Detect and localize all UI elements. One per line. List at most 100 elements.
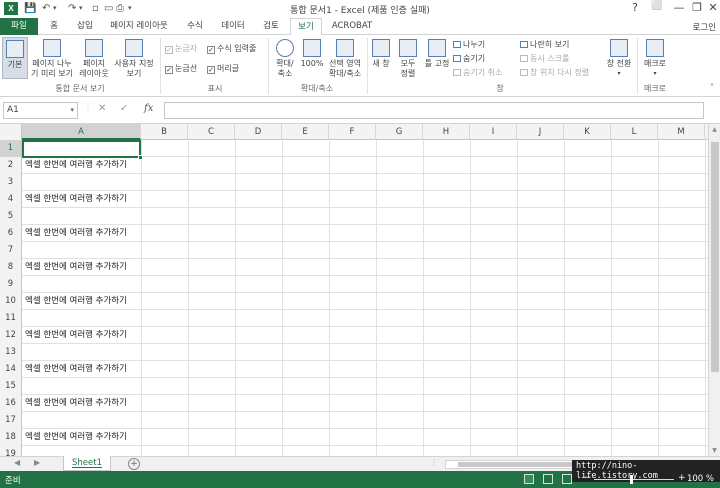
zoom-to-selection-button[interactable]: 선택 영역 확대/축소	[326, 39, 364, 79]
next-sheet-icon[interactable]: ▶	[34, 458, 40, 467]
column-header[interactable]: M	[658, 124, 705, 140]
tab-home[interactable]: 홈	[44, 18, 64, 35]
cancel-icon[interactable]: ✕	[98, 103, 106, 114]
scroll-down-icon[interactable]: ▼	[709, 447, 720, 454]
page-layout-status-icon[interactable]	[543, 474, 553, 484]
tab-split-handle-icon[interactable]: ⋮	[430, 458, 438, 467]
prev-sheet-icon[interactable]: ◀	[14, 458, 20, 467]
cell-a[interactable]: 엑셀 한번에 여러행 추가하기	[23, 191, 127, 208]
formula-input[interactable]	[164, 102, 704, 119]
select-all-corner[interactable]	[0, 124, 22, 140]
tab-insert[interactable]: 삽입	[72, 18, 98, 35]
page-break-status-icon[interactable]	[562, 474, 572, 484]
fill-handle[interactable]	[138, 155, 143, 160]
switch-windows-button[interactable]: 창 전환 ▾	[604, 39, 634, 79]
row-header[interactable]: 8	[0, 259, 22, 276]
column-header[interactable]: E	[282, 124, 329, 140]
cell-a[interactable]	[23, 174, 25, 191]
row-header[interactable]: 13	[0, 344, 22, 361]
tab-page-layout[interactable]: 페이지 레이아웃	[106, 18, 172, 35]
column-header[interactable]: F	[329, 124, 376, 140]
scroll-up-icon[interactable]: ▲	[709, 126, 720, 133]
column-header[interactable]: C	[188, 124, 235, 140]
cell-a[interactable]	[23, 412, 25, 429]
enter-icon[interactable]: ✓	[120, 103, 128, 114]
column-header[interactable]: J	[517, 124, 564, 140]
row-header[interactable]: 12	[0, 327, 22, 344]
zoom-slider[interactable]	[594, 479, 674, 480]
tab-data[interactable]: 데이터	[216, 18, 250, 35]
gridlines-checkbox[interactable]: ✓ 눈금선	[165, 63, 197, 74]
row-header[interactable]: 15	[0, 378, 22, 395]
cell-a[interactable]	[23, 446, 25, 456]
zoom-button[interactable]: 확대/ 축소	[272, 39, 298, 79]
name-box[interactable]: A1 ▾	[3, 102, 78, 119]
cell-a[interactable]: 엑셀 한번에 여러행 추가하기	[23, 225, 127, 242]
normal-view-button[interactable]: 기본	[2, 37, 28, 79]
zoom-level[interactable]: 100 %	[687, 474, 714, 484]
new-window-button[interactable]: 새 창	[370, 39, 392, 69]
row-header[interactable]: 11	[0, 310, 22, 327]
row-header[interactable]: 16	[0, 395, 22, 412]
tab-file[interactable]: 파일	[0, 18, 38, 35]
cell-a[interactable]: 엑셀 한번에 여러행 추가하기	[23, 293, 127, 310]
row-header[interactable]: 10	[0, 293, 22, 310]
row-header[interactable]: 17	[0, 412, 22, 429]
row-header[interactable]: 1	[0, 140, 22, 157]
zoom-100-button[interactable]: 100%	[300, 39, 324, 69]
row-header[interactable]: 19	[0, 446, 22, 456]
column-header[interactable]: D	[235, 124, 282, 140]
row-header[interactable]: 3	[0, 174, 22, 191]
sync-scroll-button[interactable]: 동시 스크롤	[520, 53, 569, 64]
cell-a[interactable]	[23, 344, 25, 361]
column-header[interactable]: H	[423, 124, 470, 140]
row-header[interactable]: 9	[0, 276, 22, 293]
cell-a[interactable]	[23, 310, 25, 327]
zoom-in-icon[interactable]: +	[678, 473, 686, 483]
ribbon-display-icon[interactable]: ⬜	[646, 1, 668, 11]
cell-a[interactable]: 엑셀 한번에 여러행 추가하기	[23, 327, 127, 344]
row-header[interactable]: 14	[0, 361, 22, 378]
chevron-down-icon[interactable]: ▾	[70, 103, 74, 118]
help-icon[interactable]: ?	[624, 1, 646, 14]
cell-a[interactable]: 엑셀 한번에 여러행 추가하기	[23, 259, 127, 276]
arrange-all-button[interactable]: 모두 정렬	[396, 39, 420, 79]
macros-button[interactable]: 매크로 ▾	[640, 39, 670, 79]
cell-a[interactable]: 엑셀 한번에 여러행 추가하기	[23, 429, 127, 446]
active-cell-selection[interactable]	[22, 140, 143, 160]
zoom-slider-knob[interactable]	[630, 475, 633, 484]
tab-formulas[interactable]: 수식	[182, 18, 208, 35]
unhide-button[interactable]: 숨기기 취소	[453, 67, 502, 78]
reset-window-position-button[interactable]: 창 위치 다시 정렬	[520, 67, 589, 78]
cell-a[interactable]	[23, 276, 25, 293]
column-header[interactable]: A	[22, 124, 141, 140]
column-header[interactable]: B	[141, 124, 188, 140]
sheet-tab[interactable]: Sheet1	[63, 456, 111, 471]
row-header[interactable]: 6	[0, 225, 22, 242]
cell-a[interactable]	[23, 242, 25, 259]
row-header[interactable]: 7	[0, 242, 22, 259]
collapse-ribbon-icon[interactable]: ˄	[710, 83, 714, 92]
row-header[interactable]: 18	[0, 429, 22, 446]
insert-function-icon[interactable]: fx	[144, 103, 153, 114]
custom-views-button[interactable]: 사용자 지정 보기	[112, 39, 156, 79]
column-header[interactable]: L	[611, 124, 658, 140]
row-header[interactable]: 4	[0, 191, 22, 208]
tab-acrobat[interactable]: ACROBAT	[330, 18, 374, 35]
row-header[interactable]: 5	[0, 208, 22, 225]
cell-a[interactable]	[23, 208, 25, 225]
split-button[interactable]: 나누기	[453, 39, 485, 50]
row-header[interactable]: 2	[0, 157, 22, 174]
cell-a[interactable]: 엑셀 한번에 여러행 추가하기	[23, 157, 127, 174]
tab-review[interactable]: 검토	[258, 18, 284, 35]
cell-a[interactable]: 엑셀 한번에 여러행 추가하기	[23, 361, 127, 378]
close-icon[interactable]: ✕	[702, 1, 720, 14]
scrollbar-thumb[interactable]	[711, 142, 719, 372]
normal-view-status-icon[interactable]	[524, 474, 534, 484]
tab-view[interactable]: 보기	[290, 18, 322, 36]
page-break-preview-button[interactable]: 페이지 나누 기 미리 보기	[30, 39, 74, 79]
column-header[interactable]: K	[564, 124, 611, 140]
cell-a[interactable]	[23, 378, 25, 395]
worksheet-grid[interactable]: A B C D E F G H I J K L M 1 2 엑셀 한번에 여러행 …	[0, 124, 708, 456]
hide-button[interactable]: 숨기기	[453, 53, 485, 64]
